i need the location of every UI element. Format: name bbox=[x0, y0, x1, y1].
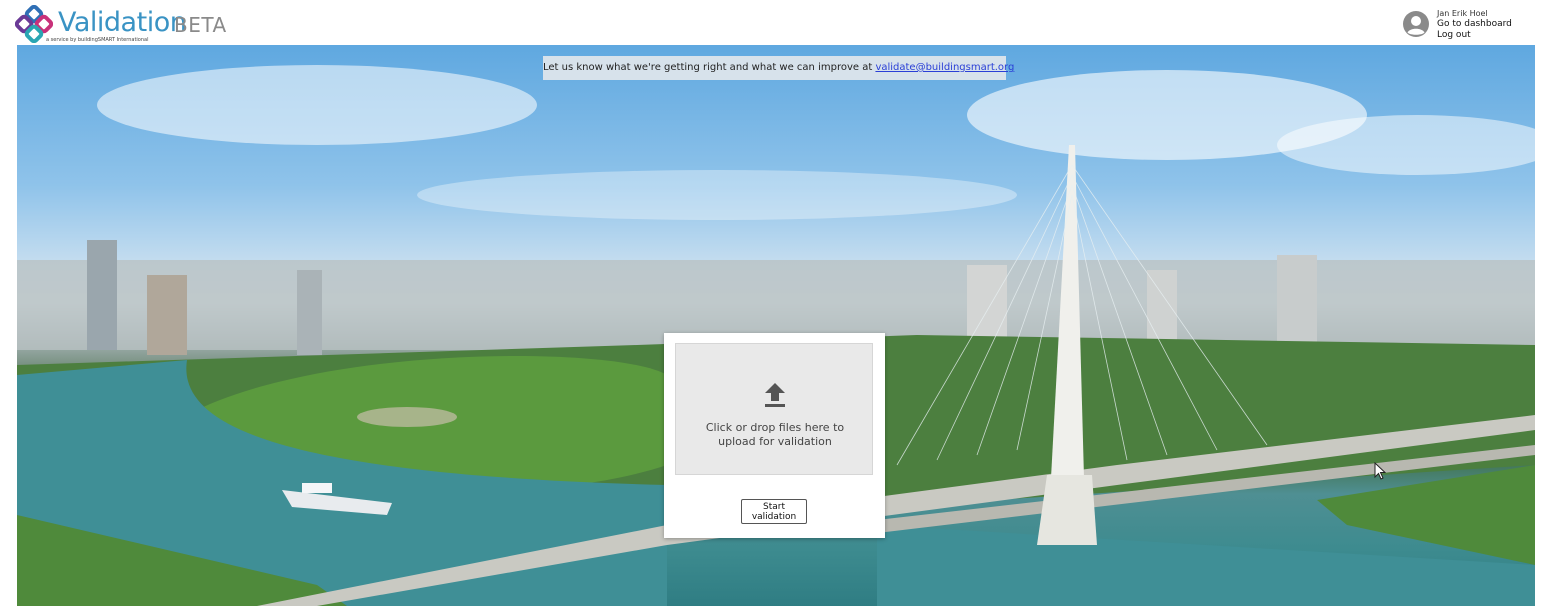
user-circle-icon[interactable] bbox=[1402, 10, 1430, 38]
beta-badge: BETA bbox=[174, 13, 227, 37]
logo-text[interactable]: Validation bbox=[58, 7, 187, 38]
file-dropzone[interactable]: Click or drop files here to upload for v… bbox=[675, 343, 873, 475]
feedback-text: Let us know what we're getting right and… bbox=[543, 62, 876, 73]
mouse-cursor-icon bbox=[1374, 462, 1386, 480]
dropzone-text: Click or drop files here to upload for v… bbox=[705, 421, 845, 448]
logo-tagline: a service by buildingSMART International bbox=[46, 37, 149, 43]
go-to-dashboard-link[interactable]: Go to dashboard bbox=[1437, 19, 1512, 30]
user-name: Jan Erik Hoel bbox=[1437, 9, 1488, 18]
feedback-banner: Let us know what we're getting right and… bbox=[543, 56, 1014, 80]
log-out-link[interactable]: Log out bbox=[1437, 30, 1512, 41]
feedback-email-link[interactable]: validate@buildingsmart.org bbox=[875, 62, 1014, 73]
upload-panel: Click or drop files here to upload for v… bbox=[664, 333, 885, 538]
start-validation-button[interactable]: Start validation bbox=[741, 499, 807, 524]
upload-arrow-icon bbox=[765, 383, 785, 407]
header: Validation BETA a service by buildingSMA… bbox=[0, 0, 1545, 45]
user-menu: Jan Erik Hoel Go to dashboard Log out bbox=[1437, 8, 1512, 41]
